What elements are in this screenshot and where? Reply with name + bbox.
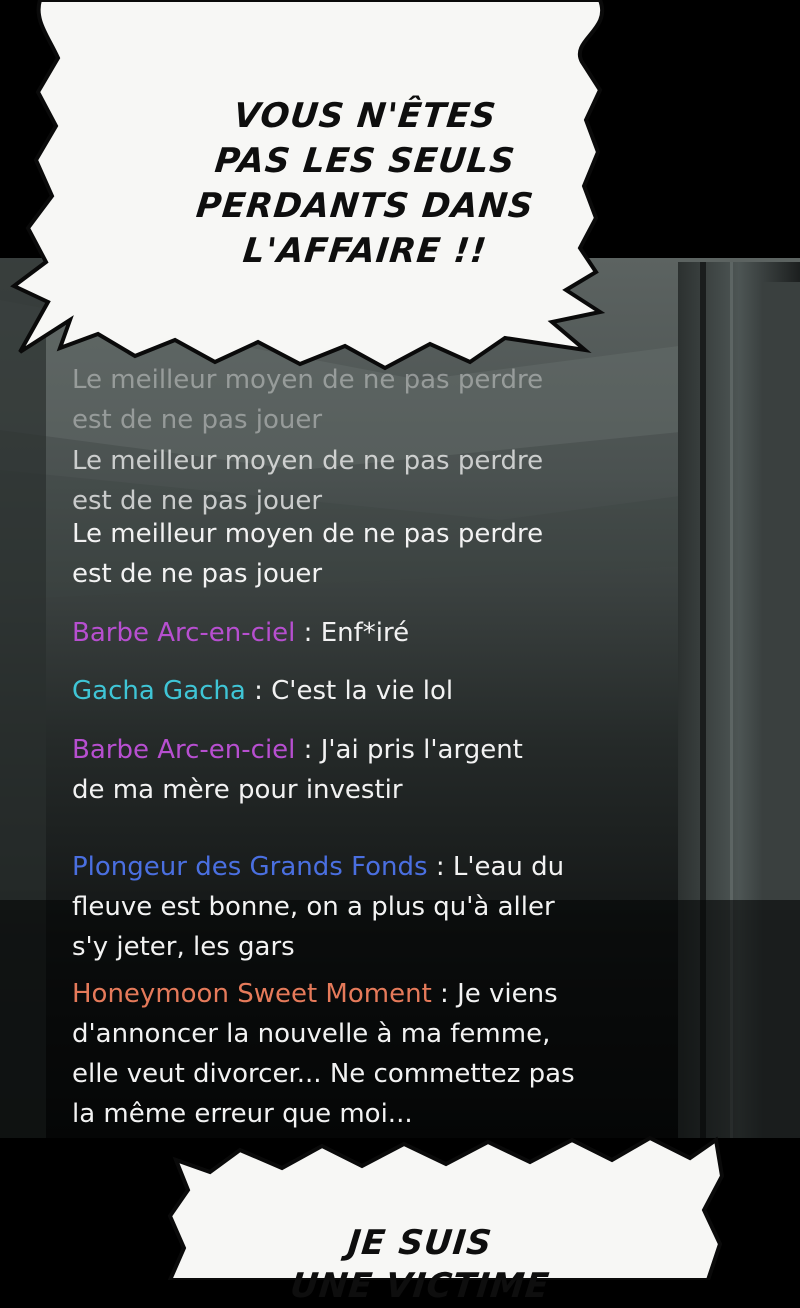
phrase-line: est de ne pas jouer [72, 405, 323, 435]
chat-message: Honeymoon Sweet Moment : Je viens d'anno… [72, 974, 692, 1134]
chat-text-line: fleuve est bonne, on a plus qu'à aller [72, 892, 555, 922]
chat-username: Barbe Arc-en-ciel [72, 735, 296, 765]
chat-text-line: la même erreur que moi... [72, 1099, 413, 1129]
chat-text-line: d'annoncer la nouvelle à ma femme, [72, 1019, 551, 1049]
bubble-line: L'AFFAIRE !! [241, 231, 489, 271]
chat-separator: : [295, 735, 321, 765]
bubble-line: JE SUIS [345, 1223, 495, 1263]
chat-separator: : [295, 618, 321, 648]
chat-separator: : [427, 852, 453, 882]
bubble-line: UNE VICTIME [288, 1266, 552, 1306]
chat-username: Barbe Arc-en-ciel [72, 618, 296, 648]
chat-message: Gacha Gacha : C'est la vie lol [72, 671, 692, 711]
bottom-bubble-text: JE SUIS UNE VICTIME [0, 1222, 800, 1308]
chat-separator: : [431, 979, 458, 1009]
chat-username: Honeymoon Sweet Moment [72, 979, 432, 1009]
chat-username: Plongeur des Grands Fonds [72, 852, 428, 882]
chat-text: L'eau du [452, 852, 565, 882]
phrase-line: Le meilleur moyen de ne pas perdre [72, 519, 544, 549]
chat-text: Enf*iré [320, 618, 410, 648]
chat-text-line: s'y jeter, les gars [72, 932, 295, 962]
chat-text-line: de ma mère pour investir [72, 775, 403, 805]
repeated-phrase-bright: Le meilleur moyen de ne pas perdre est d… [72, 514, 692, 594]
bubble-line: VOUS N'ÊTES [231, 96, 499, 136]
bubble-line: PAS LES SEULS [212, 141, 518, 181]
chat-username: Gacha Gacha [72, 676, 246, 706]
bubble-line: PERDANTS DANS [194, 186, 536, 226]
chat-message: Plongeur des Grands Fonds : L'eau du fle… [72, 847, 692, 967]
chat-text: Je viens [457, 979, 558, 1009]
chat-message: Barbe Arc-en-ciel : Enf*iré [72, 613, 692, 653]
chat-text: C'est la vie lol [271, 676, 454, 706]
repeated-phrase-faint: Le meilleur moyen de ne pas perdre est d… [72, 360, 692, 440]
repeated-phrase-medium: Le meilleur moyen de ne pas perdre est d… [72, 441, 692, 521]
chat-text: J'ai pris l'argent [320, 735, 523, 765]
phrase-line: est de ne pas jouer [72, 559, 323, 589]
chat-text-line: elle veut divorcer... Ne commettez pas [72, 1059, 575, 1089]
phrase-line: Le meilleur moyen de ne pas perdre [72, 365, 544, 395]
phrase-line: Le meilleur moyen de ne pas perdre [72, 446, 544, 476]
chat-separator: : [245, 676, 272, 706]
top-bubble-text: VOUS N'ÊTES PAS LES SEULS PERDANTS DANS … [0, 94, 800, 274]
chat-message: Barbe Arc-en-ciel : J'ai pris l'argent d… [72, 730, 692, 810]
